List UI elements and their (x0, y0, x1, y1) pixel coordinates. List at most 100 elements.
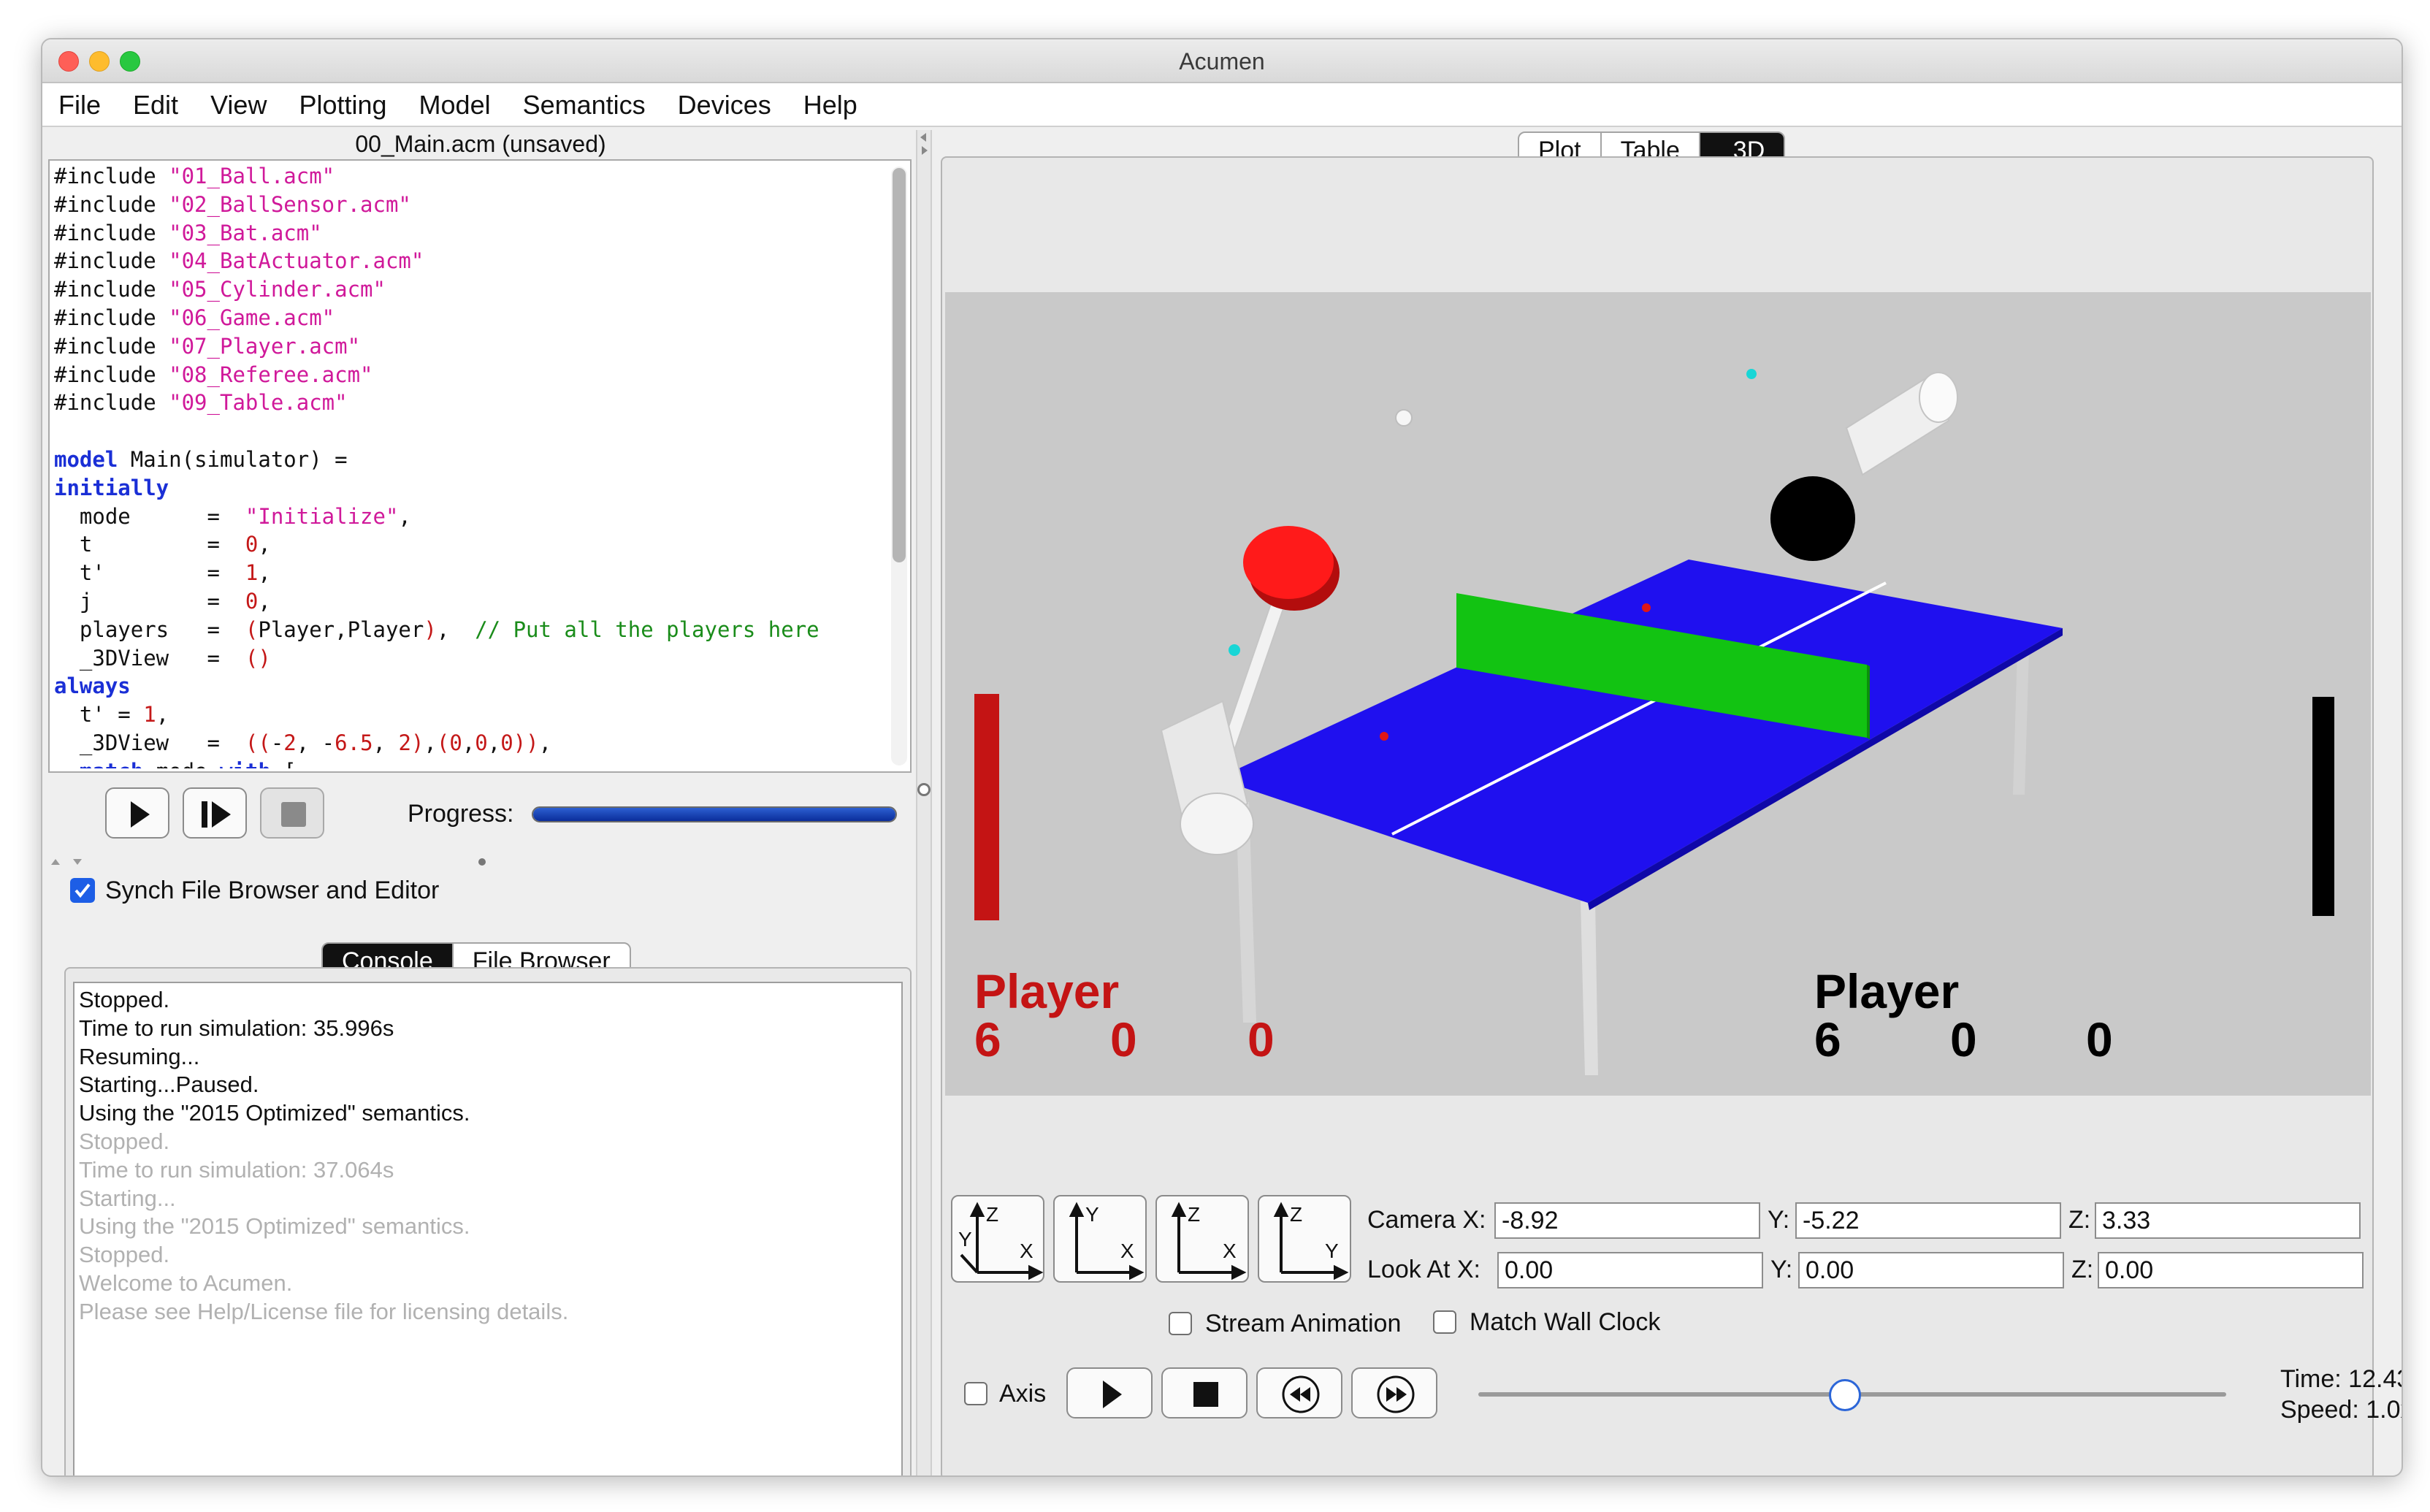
console-output[interactable]: Stopped. Time to run simulation: 35.996s R… (73, 982, 903, 1475)
stop-button[interactable] (260, 787, 324, 839)
synch-label: Synch File Browser and Editor (105, 877, 440, 904)
camera-preset-xz-button[interactable]: Z X (1155, 1195, 1249, 1283)
svg-text:Y: Y (1085, 1203, 1099, 1226)
playback-rewind-button[interactable] (1256, 1367, 1342, 1419)
code-editor[interactable]: #include "01_Ball.acm" #include "02_BallS… (48, 159, 912, 773)
code-token: )) (513, 730, 539, 755)
console-line: Stopped. (79, 1128, 170, 1154)
code-token: 2 (283, 730, 297, 755)
code-token: "01_Ball.acm" (169, 164, 335, 188)
menu-plotting[interactable]: Plotting (283, 83, 402, 127)
menu-edit[interactable]: Edit (117, 83, 194, 127)
title-bar: Acumen (42, 39, 2402, 83)
console-line: Using the "2015 Optimized" semantics. (79, 1213, 470, 1240)
stop-icon (1193, 1382, 1218, 1407)
lookat-y-input[interactable]: 0.00 (1798, 1252, 2064, 1288)
code-token: , (538, 730, 552, 755)
time-slider-thumb[interactable] (1828, 1379, 1861, 1411)
axis-checkbox[interactable] (964, 1382, 987, 1405)
code-token: , (156, 702, 169, 728)
match-wall-clock-checkbox[interactable] (1433, 1310, 1456, 1334)
menu-help[interactable]: Help (787, 83, 874, 127)
console-line: Please see Help/License file for licensi… (79, 1298, 569, 1324)
menu-model[interactable]: Model (403, 83, 507, 127)
code-token: _3DView = (54, 730, 245, 755)
lookat-x-input[interactable]: 0.00 (1497, 1252, 1763, 1288)
left-player-name: Player (974, 964, 1119, 1018)
playback-stop-button[interactable] (1161, 1367, 1248, 1419)
code-line: #include "08_Referee.acm" (54, 361, 879, 389)
camera-preset-xy-button[interactable]: Y X (1053, 1195, 1147, 1283)
split-knob[interactable] (917, 783, 931, 796)
camera-preset-iso-button[interactable]: Z X Y (951, 1195, 1044, 1283)
code-line: #include "02_BallSensor.acm" (54, 191, 879, 219)
right-player-name: Player (1814, 964, 1959, 1018)
console-panel: Stopped. Time to run simulation: 35.996s R… (64, 967, 912, 1475)
left-score-3: 0 (1248, 1012, 1275, 1066)
code-token: t' = (54, 560, 245, 586)
run-button[interactable] (105, 787, 169, 839)
camera-z-input[interactable]: 3.33 (2095, 1202, 2361, 1239)
svg-text:Y: Y (1325, 1240, 1339, 1262)
svg-text:X: X (1223, 1240, 1237, 1262)
code-token: () (245, 645, 271, 671)
right-score-3: 0 (2086, 1012, 2113, 1066)
code-token: initially (54, 475, 169, 500)
code-line: j = 0, (54, 587, 879, 616)
code-token: 0 (245, 532, 259, 557)
code-token: #include (54, 305, 169, 330)
camera-x-input[interactable]: -8.92 (1494, 1202, 1760, 1239)
code-token: "09_Table.acm" (169, 390, 348, 416)
playback-fast-forward-button[interactable] (1351, 1367, 1437, 1419)
code-token: Player,Player (258, 616, 424, 642)
svg-text:Z: Z (1188, 1203, 1200, 1226)
playback-play-button[interactable] (1066, 1367, 1153, 1419)
vertical-split-divider[interactable] (916, 130, 932, 1475)
code-token: 1 (143, 702, 156, 728)
svg-text:Y: Y (958, 1228, 972, 1251)
left-bat (1243, 526, 1334, 599)
lookat-z-input[interactable]: 0.00 (2098, 1252, 2364, 1288)
code-token: match (80, 759, 143, 768)
code-token: "06_Game.acm" (169, 305, 335, 330)
code-token: , (398, 503, 411, 529)
camera-x-label: Camera X: (1367, 1206, 1486, 1234)
code-token: "02_BallSensor.acm" (169, 191, 411, 217)
code-token: model (54, 446, 118, 472)
console-line: Welcome to Acumen. (79, 1269, 293, 1296)
code-token: mode (143, 759, 220, 768)
camera-preset-yz-button[interactable]: Z Y (1258, 1195, 1351, 1283)
code-token: , (258, 560, 271, 586)
right-score-2: 0 (1950, 1012, 1977, 1066)
right-bat (1770, 476, 1855, 561)
menu-devices[interactable]: Devices (662, 83, 787, 127)
code-token: mode = (54, 503, 245, 529)
code-line: match mode with [ (54, 757, 879, 768)
progress-label: Progress: (408, 800, 514, 828)
code-token: , (462, 730, 475, 755)
horizontal-split-handle[interactable] (48, 856, 910, 868)
step-button[interactable] (183, 787, 247, 839)
play-icon (131, 801, 150, 828)
code-token: ( (245, 616, 259, 642)
console-line: Stopped. (79, 1242, 170, 1268)
code-token: - (270, 730, 284, 755)
code-text[interactable]: #include "01_Ball.acm" #include "02_BallS… (54, 162, 879, 768)
menu-bar: File Edit View Plotting Model Semantics Device… (42, 83, 2402, 127)
synch-checkbox[interactable] (70, 878, 95, 903)
menu-semantics[interactable]: Semantics (507, 83, 662, 127)
camera-y-input[interactable]: -5.22 (1795, 1202, 2061, 1239)
ball (1395, 409, 1413, 427)
stream-animation-checkbox[interactable] (1169, 1312, 1192, 1335)
console-line: Stopped. (79, 987, 170, 1012)
code-line: t = 0, (54, 530, 879, 559)
menu-view[interactable]: View (194, 83, 283, 127)
lookat-y-label: Y: (1770, 1256, 1793, 1283)
code-line: initially (54, 474, 879, 503)
editor-scrollbar[interactable] (891, 167, 907, 765)
3d-viewport[interactable]: Player 6 0 0 Player 6 0 0 (945, 292, 2371, 1096)
code-token: 0 (500, 730, 513, 755)
editor-scroll-thumb[interactable] (893, 168, 906, 562)
menu-file[interactable]: File (42, 83, 117, 127)
